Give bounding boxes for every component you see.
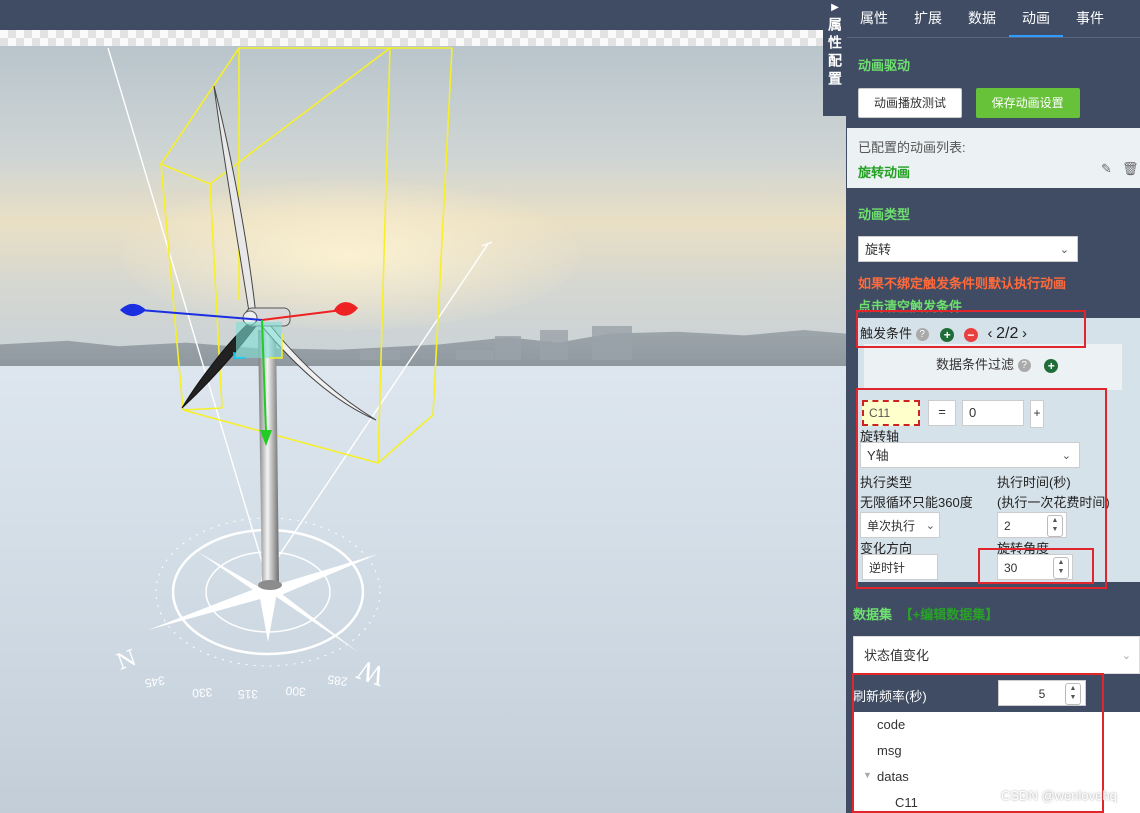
animation-type-value: 旋转 <box>865 242 892 257</box>
dataset-type-value: 状态值变化 <box>864 648 930 663</box>
animation-driver-title: 动画驱动 <box>858 58 911 73</box>
compass-tick-285: 285 <box>326 672 348 689</box>
right-panel: 属性 扩展 数据 动画 事件 动画驱动 动画播放测试 保存动画设置 已配置的动画… <box>847 0 1140 813</box>
edit-icon[interactable]: ✎ <box>1101 161 1112 177</box>
spinner-icon[interactable]: ▲ ▼ <box>1047 515 1063 537</box>
tree-node-datas[interactable]: datas <box>877 769 909 784</box>
property-config-toggle[interactable]: ▶ 属性配置 <box>823 0 847 116</box>
compass-rose: N 345 330 315 300 285 W <box>114 517 389 701</box>
distant-buildings <box>360 326 632 360</box>
configured-item-rotate[interactable]: 旋转动画 <box>858 162 910 181</box>
animation-type-title: 动画类型 <box>858 207 911 222</box>
data-filter-box: 数据条件过滤 ? + <box>864 344 1122 390</box>
rotate-axis-select[interactable]: Y轴 ⌄ <box>860 442 1080 468</box>
compass-tick-315: 315 <box>238 687 258 701</box>
dataset-type-select[interactable]: 状态值变化 ⌄ <box>853 636 1140 674</box>
compass-letter-w: W <box>353 653 389 690</box>
direction-select[interactable]: 逆时针 <box>862 554 938 580</box>
clear-trigger-link[interactable]: 点击清空触发条件 <box>858 296 962 315</box>
refresh-rate-label: 刷新频率(秒) <box>853 689 927 704</box>
panel-tabs: 属性 扩展 数据 动画 事件 <box>847 0 1140 38</box>
configured-list-label: 已配置的动画列表: <box>858 140 966 155</box>
exec-type-hint: 无限循环只能360度 <box>860 495 973 510</box>
watermark: CSDN @wenlovehq <box>1001 788 1117 803</box>
chevron-down-icon: ⌄ <box>1061 450 1071 462</box>
condition-value-input[interactable]: 0 <box>962 400 1024 426</box>
trigger-pager: 2/2 <box>996 325 1019 342</box>
tree-node-code[interactable]: code <box>877 717 905 732</box>
animation-type-header: 动画类型 <box>847 204 921 223</box>
caret-right-icon: ▶ <box>831 2 839 13</box>
save-animation-button[interactable]: 保存动画设置 <box>975 88 1080 118</box>
chevron-right-icon[interactable]: › <box>1022 325 1027 342</box>
default-exec-warning: 如果不绑定触发条件则默认执行动画 <box>858 276 1067 291</box>
wind-turbine[interactable] <box>181 85 377 590</box>
exec-time-hint: (执行一次花费时间) <box>997 495 1110 510</box>
angle-value: 30 <box>1004 561 1018 575</box>
exec-type-select[interactable]: 单次执行 ⌄ <box>860 512 940 538</box>
compass-tick-300: 300 <box>285 684 306 699</box>
property-config-label: 属性配置 <box>827 17 843 89</box>
exec-time-value: 2 <box>1004 519 1011 533</box>
animation-driver-header: 动画驱动 <box>847 38 1140 80</box>
help-icon[interactable]: ? <box>915 328 929 342</box>
chevron-down-icon: ⌄ <box>925 520 935 532</box>
refresh-rate-input[interactable]: 5 ▲ ▼ <box>998 680 1086 706</box>
condition-operator[interactable]: = <box>928 400 956 426</box>
spinner-icon[interactable]: ▲ ▼ <box>1065 683 1081 705</box>
animation-test-button[interactable]: 动画播放测试 <box>858 88 963 118</box>
caret-down-icon[interactable]: ▼ <box>863 770 872 780</box>
trigger-condition-box: 触发条件 ? + − ‹ 2/2 › 数据条件过滤 ? + C11 = 0 + … <box>858 318 1140 582</box>
chevron-left-icon[interactable]: ‹ <box>988 325 993 342</box>
dataset-header: 数据集 【+编辑数据集】 <box>853 604 998 623</box>
compass-letter-n: N <box>114 646 141 676</box>
spinner-icon[interactable]: ▲ ▼ <box>1053 557 1069 579</box>
tab-properties[interactable]: 属性 <box>847 0 901 37</box>
tree-node-msg[interactable]: msg <box>877 743 902 758</box>
trigger-condition-label: 触发条件 <box>860 326 913 341</box>
dataset-title: 数据集 <box>853 607 893 622</box>
exec-time-input[interactable]: 2 ▲ ▼ <box>997 512 1067 538</box>
exec-time-label: 执行时间(秒) <box>997 475 1071 490</box>
add-value-button[interactable]: + <box>1030 400 1044 428</box>
data-filter-label: 数据条件过滤 <box>936 357 1015 372</box>
refresh-rate-value: 5 <box>1038 687 1046 701</box>
exec-type-value: 单次执行 <box>867 519 916 533</box>
chevron-down-icon: ⌄ <box>1121 650 1131 662</box>
compass-tick-330: 330 <box>191 685 212 700</box>
condition-field[interactable]: C11 <box>862 400 920 426</box>
rotate-axis-value: Y轴 <box>867 448 889 463</box>
selection-bounding-box <box>159 47 453 464</box>
add-filter-icon[interactable]: + <box>1044 358 1059 373</box>
tab-animation[interactable]: 动画 <box>1009 0 1063 37</box>
configured-animations-box: 已配置的动画列表: 旋转动画 ✎ 🗑 <box>847 128 1140 188</box>
tab-events[interactable]: 事件 <box>1063 0 1117 37</box>
trash-icon[interactable]: 🗑 <box>1122 161 1139 177</box>
scene-overlay: N 345 330 315 300 285 W <box>107 47 632 701</box>
compass-tick-345: 345 <box>143 673 165 690</box>
add-condition-icon[interactable]: + <box>940 327 955 342</box>
tab-data[interactable]: 数据 <box>955 0 1009 37</box>
tree-node-c11[interactable]: C11 <box>895 795 918 810</box>
exec-type-label: 执行类型 <box>860 475 913 490</box>
remove-condition-icon[interactable]: − <box>963 327 978 342</box>
edit-dataset-link[interactable]: 【+编辑数据集】 <box>900 607 999 622</box>
angle-input[interactable]: 30 ▲ ▼ <box>997 554 1073 580</box>
animation-type-select[interactable]: 旋转 ⌄ <box>858 236 1078 262</box>
direction-value: 逆时针 <box>869 561 906 575</box>
help-icon[interactable]: ? <box>1017 359 1031 373</box>
chevron-down-icon: ⌄ <box>1059 244 1069 256</box>
tab-extensions[interactable]: 扩展 <box>901 0 955 37</box>
scene-viewport[interactable]: N 345 330 315 300 285 W <box>0 0 846 813</box>
